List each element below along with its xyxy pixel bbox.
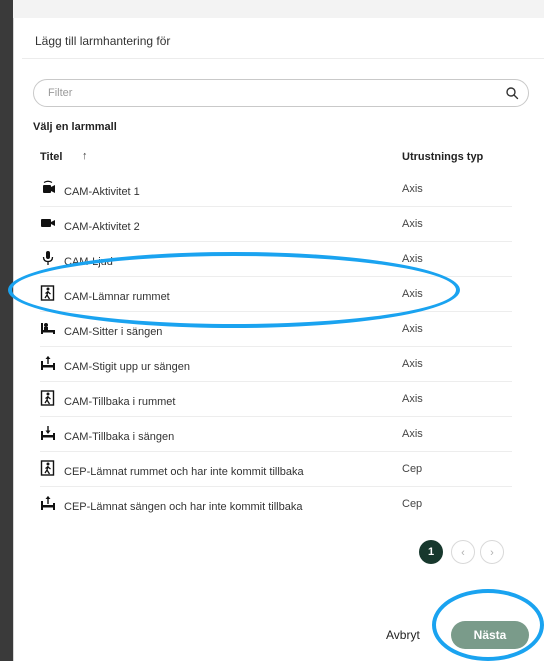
table-row[interactable]: CEP-Lämnat rummet och har inte kommit ti… <box>40 452 512 487</box>
alarm-template-list: CAM-Aktivitet 1 Axis CAM-Aktivitet 2 Axi… <box>40 172 512 522</box>
out-of-bed-icon <box>41 496 55 510</box>
cancel-button[interactable]: Avbryt <box>386 628 420 642</box>
divider <box>22 58 544 59</box>
chevron-right-icon[interactable]: › <box>480 540 504 564</box>
table-row[interactable]: CAM-Tillbaka i rummet Axis <box>40 382 512 417</box>
row-type: Axis <box>402 428 423 440</box>
table-header: Titel ↑ Utrustnings typ <box>40 150 512 171</box>
row-title: CAM-Sitter i sängen <box>64 326 163 338</box>
camera-activity-icon <box>43 180 55 193</box>
background-overlay <box>0 0 13 661</box>
exit-room-icon <box>40 285 55 301</box>
table-row[interactable]: CAM-Sitter i sängen Axis <box>40 312 512 347</box>
dialog-title: Lägg till larmhantering för <box>35 34 171 48</box>
row-type: Cep <box>402 463 423 475</box>
column-equipment-type[interactable]: Utrustnings typ <box>402 151 483 163</box>
exit-room-icon <box>40 460 55 476</box>
chevron-left-icon[interactable]: ‹ <box>451 540 475 564</box>
section-label: Välj en larmmall <box>33 121 117 133</box>
page-1-button[interactable]: 1 <box>419 540 443 564</box>
row-type: Axis <box>402 358 423 370</box>
row-type: Axis <box>402 183 423 195</box>
sitting-in-bed-icon <box>41 323 55 334</box>
table-row[interactable]: CAM-Ljud Axis <box>40 242 512 277</box>
row-type: Cep <box>402 498 423 510</box>
add-alarm-dialog: Lägg till larmhantering för Välj en larm… <box>13 18 544 661</box>
row-title: CAM-Tillbaka i sängen <box>64 431 175 443</box>
row-title: CEP-Lämnat rummet och har inte kommit ti… <box>64 466 304 478</box>
filter-input[interactable] <box>48 85 488 101</box>
table-row[interactable]: CAM-Stigit upp ur sängen Axis <box>40 347 512 382</box>
exit-room-icon <box>40 390 55 406</box>
background-page <box>0 0 544 18</box>
video-camera-icon <box>41 219 55 227</box>
row-type: Axis <box>402 288 423 300</box>
row-title: CAM-Aktivitet 2 <box>64 221 140 233</box>
table-row[interactable]: CAM-Aktivitet 2 Axis <box>40 207 512 242</box>
filter-field[interactable] <box>33 79 529 107</box>
row-title: CAM-Stigit upp ur sängen <box>64 361 190 373</box>
row-type: Axis <box>402 393 423 405</box>
table-row[interactable]: CAM-Lämnar rummet Axis <box>40 277 512 312</box>
row-type: Axis <box>402 323 423 335</box>
search-icon[interactable] <box>505 86 519 100</box>
row-title: CAM-Lämnar rummet <box>64 291 170 303</box>
back-in-bed-icon <box>41 426 55 440</box>
sort-ascending-icon[interactable]: ↑ <box>82 150 88 162</box>
column-title[interactable]: Titel <box>40 151 62 163</box>
table-row[interactable]: CEP-Lämnat sängen och har inte kommit ti… <box>40 487 512 522</box>
row-title: CEP-Lämnat sängen och har inte kommit ti… <box>64 501 303 513</box>
row-title: CAM-Tillbaka i rummet <box>64 396 176 408</box>
table-row[interactable]: CAM-Aktivitet 1 Axis <box>40 172 512 207</box>
next-button[interactable]: Nästa <box>451 621 529 649</box>
table-row[interactable]: CAM-Tillbaka i sängen Axis <box>40 417 512 452</box>
row-title: CAM-Ljud <box>64 256 113 268</box>
row-type: Axis <box>402 218 423 230</box>
row-title: CAM-Aktivitet 1 <box>64 186 140 198</box>
out-of-bed-icon <box>41 356 55 370</box>
row-type: Axis <box>402 253 423 265</box>
microphone-icon <box>42 251 54 265</box>
